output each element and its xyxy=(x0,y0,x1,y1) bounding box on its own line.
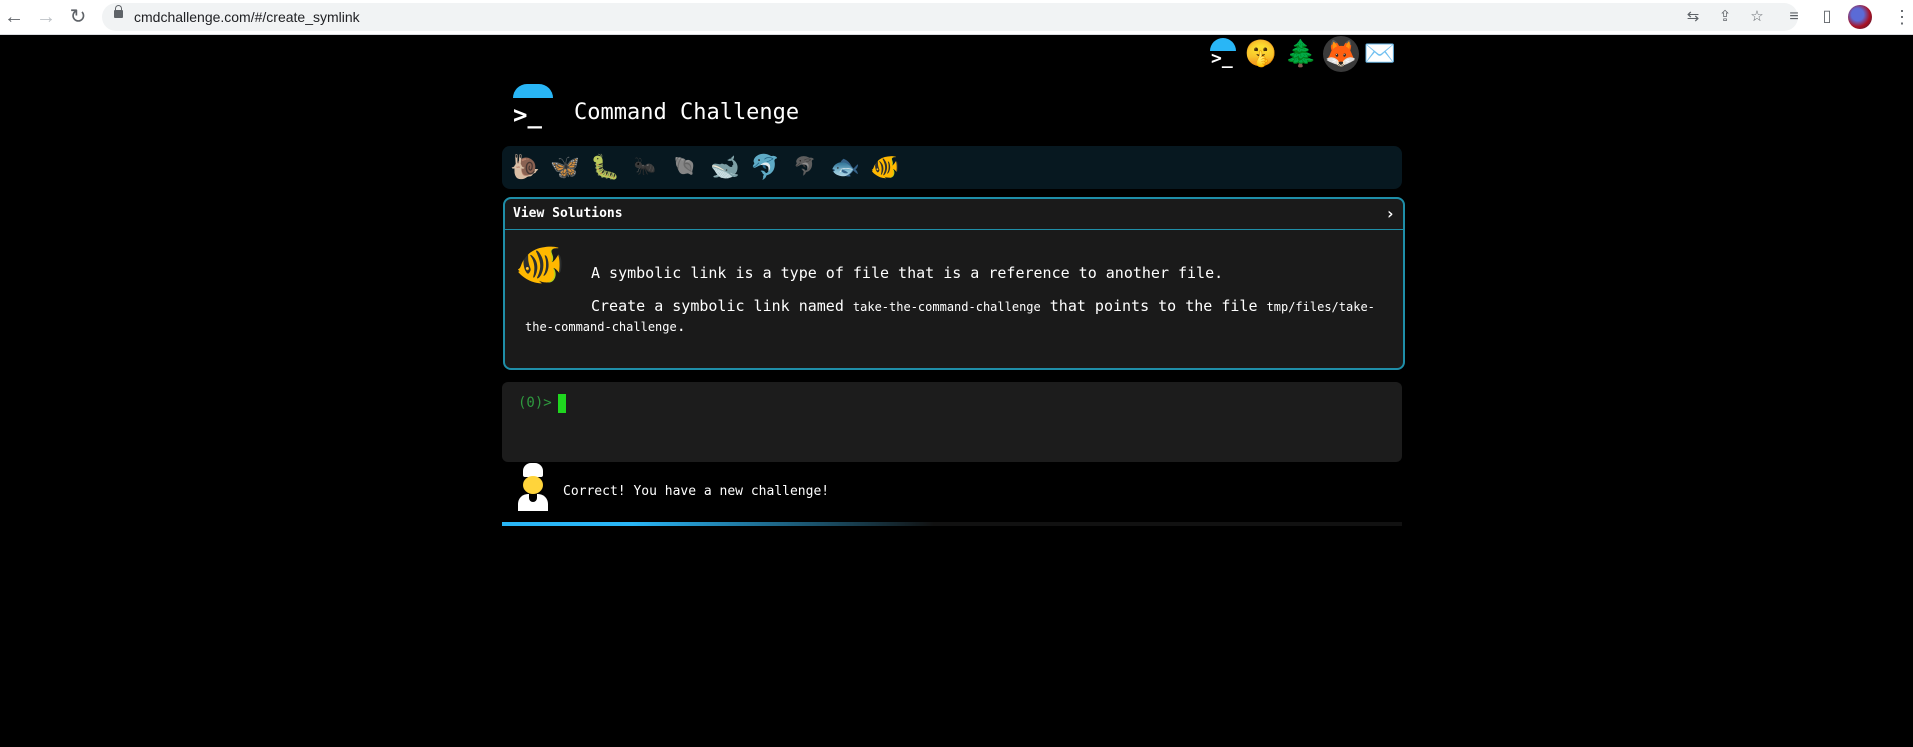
view-solutions-header[interactable]: View Solutions › xyxy=(505,199,1403,230)
shushing-face-icon[interactable]: 🤫 xyxy=(1243,36,1279,72)
translate-icon[interactable]: ⇆ xyxy=(1684,8,1702,26)
lock-icon xyxy=(114,5,123,18)
tropical-fish-icon: 🐠 xyxy=(515,242,565,288)
bookmark-star-icon[interactable]: ☆ xyxy=(1748,8,1766,26)
url-text[interactable]: cmdchallenge.com/#/create_symlink xyxy=(134,9,360,25)
challenge-card: View Solutions › 🐠 A symbolic link is a … xyxy=(503,197,1405,370)
page-title: Command Challenge xyxy=(574,100,800,125)
whale-icon[interactable]: 🐋 xyxy=(710,152,740,182)
terminal-input[interactable]: (0)> xyxy=(502,382,1402,462)
fish-icon[interactable]: 🐟 xyxy=(830,152,860,182)
challenge-task: Create a symbolic link named take-the-co… xyxy=(525,297,1375,335)
progress-fill xyxy=(502,522,934,526)
progress-bar xyxy=(502,522,1402,526)
terminal-cursor xyxy=(558,394,566,413)
level-bar: 🐌 🦋 🐛 🐜 🐚 🐋 🐬 🐬 🐟 🐠 xyxy=(502,146,1402,189)
address-bar[interactable]: cmdchallenge.com/#/create_symlink ⇆ ⇪ ☆ xyxy=(102,3,1798,31)
challenge-intro: A symbolic link is a type of file that i… xyxy=(591,264,1224,282)
terminal-icon[interactable]: >_ xyxy=(1205,36,1241,72)
snail-icon[interactable]: 🐌 xyxy=(510,152,540,182)
butterfly-icon[interactable]: 🦋 xyxy=(550,152,580,182)
share-icon[interactable]: ⇪ xyxy=(1716,8,1734,26)
arrow-right-icon[interactable]: → xyxy=(34,5,58,29)
logo[interactable]: >_ xyxy=(510,84,554,130)
arrow-left-icon[interactable]: ← xyxy=(2,5,26,29)
link-name-code: take-the-command-challenge xyxy=(852,300,1041,314)
caterpillar-icon[interactable]: 🐛 xyxy=(590,152,620,182)
view-solutions-label: View Solutions xyxy=(513,206,623,221)
reading-list-icon[interactable]: ≡ xyxy=(1783,6,1805,28)
reload-icon[interactable]: ↻ xyxy=(66,5,90,29)
status-message: Correct! You have a new challenge! xyxy=(563,484,830,499)
ant-icon[interactable]: 🐜 xyxy=(630,152,660,182)
terminal-prompt: (0)> xyxy=(518,395,552,411)
more-menu-icon[interactable]: ⋮ xyxy=(1893,6,1911,28)
tropical-fish-icon[interactable]: 🐠 xyxy=(870,152,900,182)
browser-toolbar: ← → ↻ cmdchallenge.com/#/create_symlink … xyxy=(0,0,1913,35)
dolphin-icon[interactable]: 🐬 xyxy=(790,152,820,182)
chevron-right-icon[interactable]: › xyxy=(1385,204,1395,223)
tree-icon[interactable]: 🌲 xyxy=(1283,36,1319,72)
side-panel-icon[interactable]: ▯ xyxy=(1816,6,1838,28)
shell-icon[interactable]: 🐚 xyxy=(670,152,700,182)
chef-icon xyxy=(516,463,550,511)
envelope-icon[interactable]: ✉️ xyxy=(1362,36,1398,72)
gitlab-fox-icon[interactable]: 🦊 xyxy=(1323,36,1359,72)
avatar[interactable] xyxy=(1848,5,1872,29)
dolphin-icon[interactable]: 🐬 xyxy=(750,152,780,182)
